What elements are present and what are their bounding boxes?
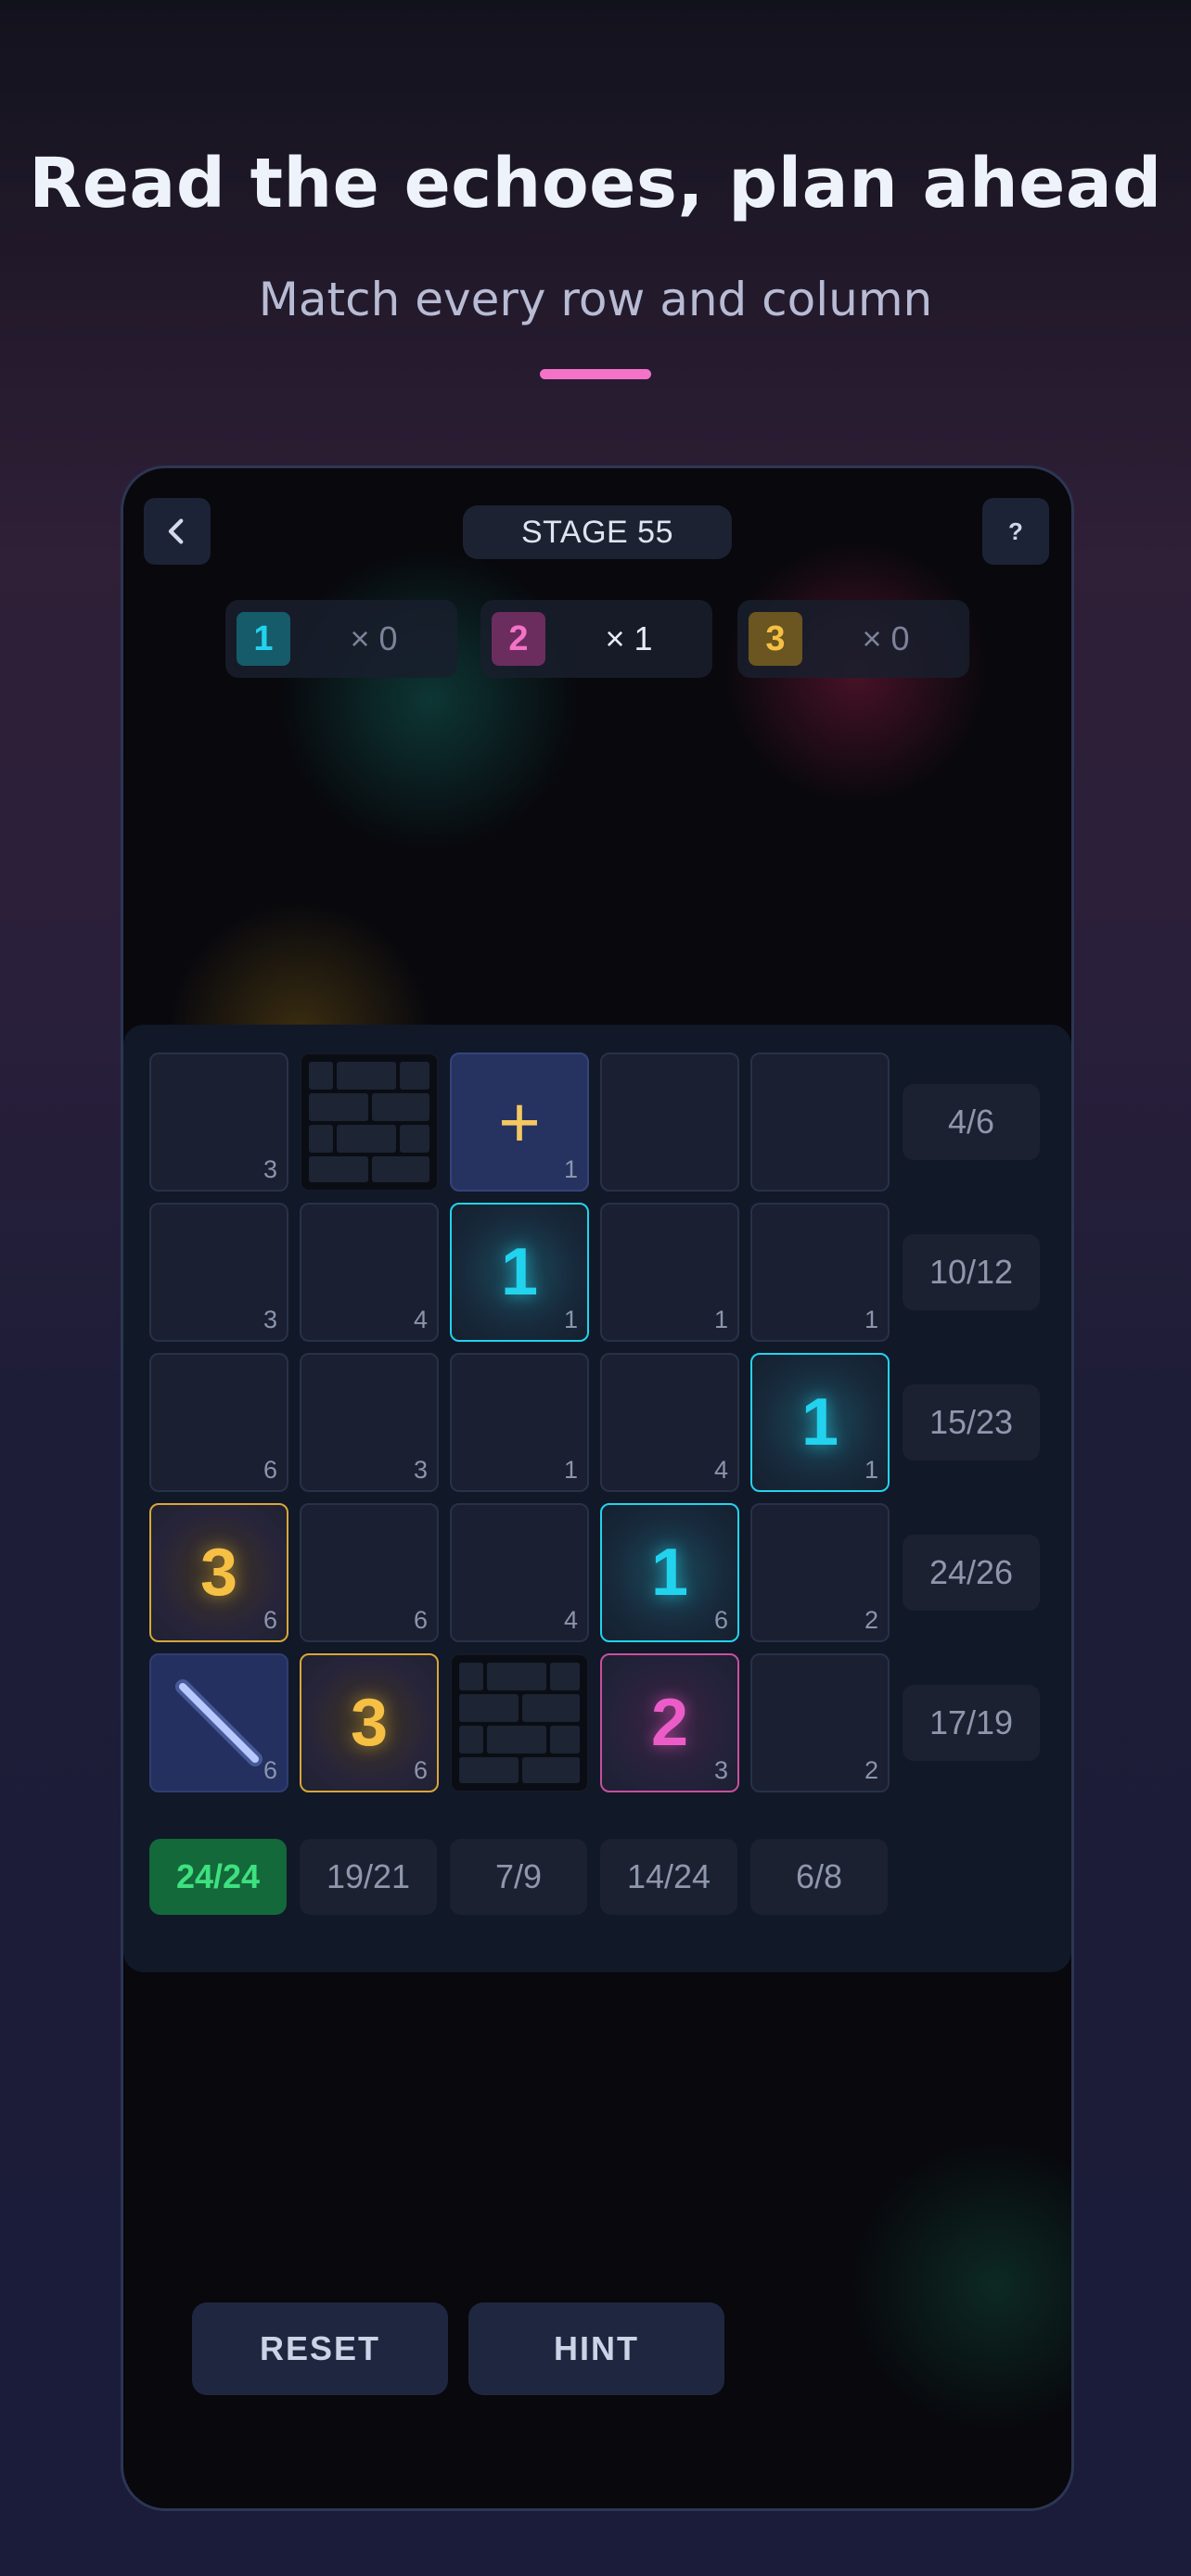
grid-cell-r5-c5[interactable]: 2 (750, 1653, 890, 1792)
counter-remaining: × 0 (862, 619, 910, 657)
counter-remaining: × 0 (350, 619, 398, 657)
headline: Read the echoes, plan ahead (29, 144, 1162, 223)
grid-cell-r3-c4[interactable]: 4 (600, 1353, 739, 1492)
grid-cell-r4-c1[interactable]: 36 (149, 1503, 288, 1642)
accent-divider (540, 369, 651, 379)
grid-cell-r3-c1[interactable]: 6 (149, 1353, 288, 1492)
column-target-2: 19/21 (300, 1839, 437, 1915)
cell-echo-clue: 6 (413, 1756, 428, 1784)
cell-echo-clue: 4 (413, 1306, 428, 1333)
subheadline: Match every row and column (258, 273, 933, 326)
green-glow (847, 2137, 1071, 2434)
grid-cell-r2-c1[interactable]: 3 (149, 1203, 288, 1342)
cell-echo-clue: 6 (263, 1456, 277, 1484)
digit-counter-1: 1 × 0 (225, 600, 457, 678)
cell-echo-clue: 2 (864, 1756, 878, 1784)
counter-digit-chip: 3 (749, 612, 802, 666)
grid-cell-r4-c3[interactable]: 4 (450, 1503, 589, 1642)
cell-echo-clue: 4 (713, 1456, 728, 1484)
cell-echo-clue: 2 (864, 1606, 878, 1634)
grid-cell-r4-c4[interactable]: 16 (600, 1503, 739, 1642)
teal-glow (272, 552, 587, 848)
brick-wall-icon (459, 1663, 580, 1783)
grid-cell-r2-c2[interactable]: 4 (300, 1203, 439, 1342)
row-target-3: 15/23 (903, 1384, 1040, 1460)
grid-cell-r5-c4[interactable]: 23 (600, 1653, 739, 1792)
cell-echo-clue: 1 (563, 1456, 578, 1484)
row-target-2: 10/12 (903, 1234, 1040, 1310)
cell-echo-clue: 3 (413, 1456, 428, 1484)
digit-counter-2: 2 × 1 (480, 600, 712, 678)
cell-echo-clue: 1 (563, 1155, 578, 1183)
grid-cell-r5-c3 (450, 1653, 589, 1792)
column-target-1: 24/24 (149, 1839, 287, 1915)
grid-cell-r5-c1[interactable]: 6 (149, 1653, 288, 1792)
column-target-5: 6/8 (750, 1839, 888, 1915)
row-target-1: 4/6 (903, 1084, 1040, 1160)
help-button[interactable]: ? (982, 498, 1049, 565)
counter-remaining: × 1 (605, 619, 653, 657)
cell-echo-clue: 6 (413, 1606, 428, 1634)
grid-cell-r1-c1[interactable]: 3 (149, 1052, 288, 1192)
game-screen: STAGE 55 ? 1 × 0 2 × 1 3 × 0 3 +1 3 4 1 1 1 1 6 3 1 4 1 1 3… (121, 465, 1074, 2511)
grid-cell-r3-c2[interactable]: 3 (300, 1353, 439, 1492)
row-target-4: 24/26 (903, 1535, 1040, 1611)
chevron-left-icon (168, 518, 184, 544)
cell-echo-clue: 4 (563, 1606, 578, 1634)
cell-echo-clue: 3 (263, 1155, 277, 1183)
cell-echo-clue: 6 (713, 1606, 728, 1634)
grid-cell-r2-c4[interactable]: 1 (600, 1203, 739, 1342)
grid-cell-r1-c2 (300, 1052, 439, 1192)
grid-cell-r3-c5[interactable]: 11 (750, 1353, 890, 1492)
counter-digit-chip: 1 (237, 612, 290, 666)
stage-label: STAGE 55 (463, 505, 732, 559)
puzzle-board: 3 +1 3 4 1 1 1 1 6 3 1 4 1 1 3 6 6 4 1 6 2 6 3 6 2 3 2 4/6 10/12 15/… (123, 1025, 1071, 1972)
grid-cell-r4-c5[interactable]: 2 (750, 1503, 890, 1642)
grid-cell-r4-c2[interactable]: 6 (300, 1503, 439, 1642)
cell-echo-clue: 3 (263, 1306, 277, 1333)
grid-cell-r5-c2[interactable]: 36 (300, 1653, 439, 1792)
cell-echo-clue: 1 (563, 1306, 578, 1333)
cell-echo-clue: 3 (713, 1756, 728, 1784)
grid-cell-r1-c5[interactable] (750, 1052, 890, 1192)
grid-cell-r1-c4[interactable] (600, 1052, 739, 1192)
row-target-5: 17/19 (903, 1685, 1040, 1761)
grid-cell-r2-c3[interactable]: 11 (450, 1203, 589, 1342)
cell-echo-clue: 6 (263, 1606, 277, 1634)
reset-button[interactable]: RESET (192, 2302, 448, 2395)
grid-cell-r2-c5[interactable]: 1 (750, 1203, 890, 1342)
column-target-4: 14/24 (600, 1839, 737, 1915)
back-button[interactable] (144, 498, 211, 565)
hint-button[interactable]: HINT (468, 2302, 724, 2395)
cell-echo-clue: 6 (263, 1756, 277, 1784)
brick-wall-icon (309, 1062, 429, 1182)
cell-echo-clue: 1 (864, 1306, 878, 1333)
grid-cell-r1-c3[interactable]: +1 (450, 1052, 589, 1192)
counter-digit-chip: 2 (492, 612, 545, 666)
column-target-3: 7/9 (450, 1839, 587, 1915)
cell-echo-clue: 1 (713, 1306, 728, 1333)
digit-counter-3: 3 × 0 (737, 600, 969, 678)
cell-echo-clue: 1 (864, 1456, 878, 1484)
grid-cell-r3-c3[interactable]: 1 (450, 1353, 589, 1492)
